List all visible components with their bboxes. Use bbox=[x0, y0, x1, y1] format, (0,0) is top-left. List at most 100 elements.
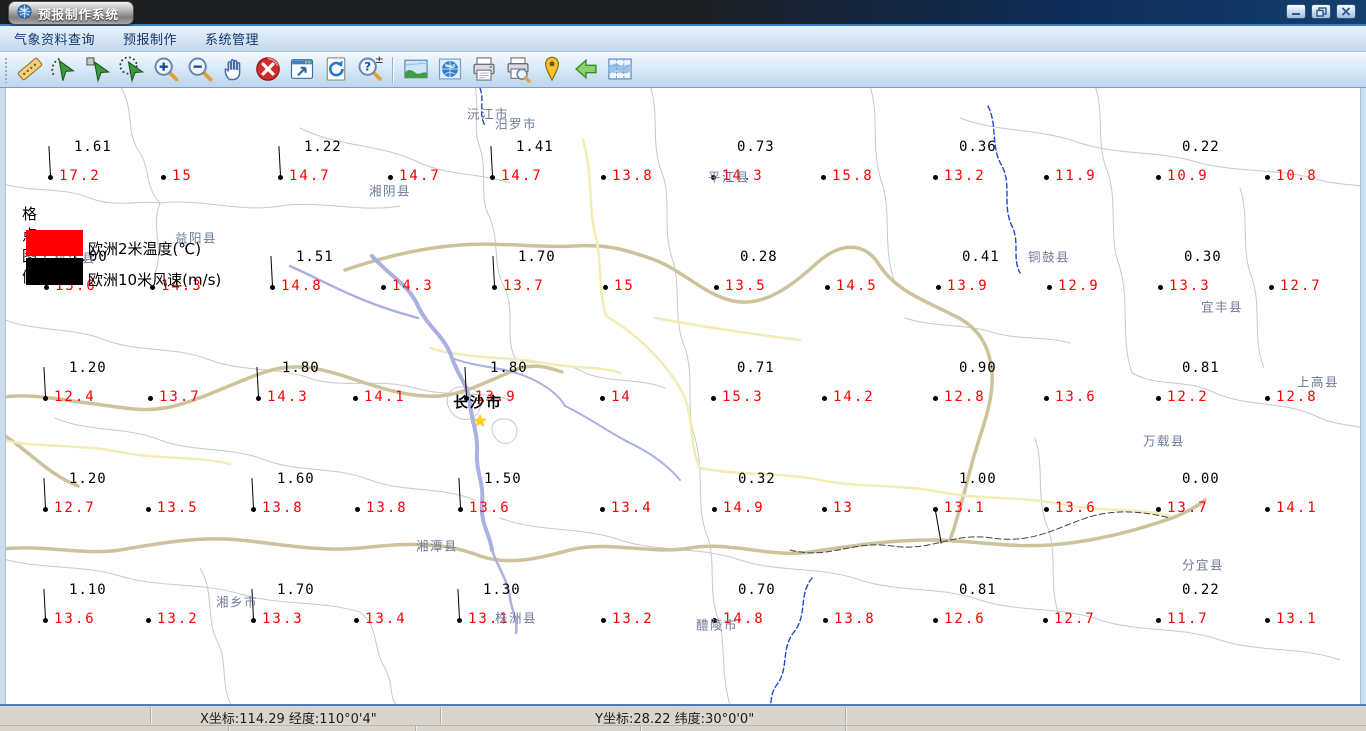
place-label: 上高县 bbox=[1296, 374, 1340, 390]
close-icon bbox=[1341, 7, 1351, 16]
minimize-button[interactable] bbox=[1286, 4, 1306, 19]
pan-hand-button[interactable] bbox=[217, 55, 251, 85]
station-wind-speed: 1.70 bbox=[277, 582, 315, 598]
station-temperature: 10.8 bbox=[1276, 168, 1318, 184]
toolbar-grip[interactable] bbox=[4, 57, 9, 83]
status-bar: X坐标:114.29 经度:110°0'4" Y坐标:28.22 纬度:30°0… bbox=[0, 704, 1366, 731]
station-wind-speed: 0.22 bbox=[1182, 139, 1220, 155]
placemark-button[interactable] bbox=[535, 55, 569, 85]
station-dot bbox=[354, 618, 359, 623]
station-wind-speed: 1.20 bbox=[69, 471, 107, 487]
station-wind-speed: 0.73 bbox=[737, 139, 775, 155]
station-dot bbox=[711, 396, 716, 401]
refresh-button[interactable] bbox=[319, 55, 353, 85]
station-temperature: 12.2 bbox=[1167, 389, 1209, 405]
station-temperature: 13.5 bbox=[157, 500, 199, 516]
identify-icon: ? ± bbox=[356, 54, 384, 86]
legend-temp-label: 欧洲2米温度(℃) bbox=[88, 240, 202, 258]
station-wind-speed: 1.70 bbox=[518, 249, 556, 265]
svg-text:±: ± bbox=[375, 55, 384, 66]
station-wind-speed: 0.36 bbox=[959, 139, 997, 155]
station-dot bbox=[1265, 507, 1270, 512]
station-dot bbox=[1044, 175, 1049, 180]
zoom-out-button[interactable] bbox=[183, 55, 217, 85]
svg-text:?: ? bbox=[364, 59, 371, 73]
globe-app-icon bbox=[17, 3, 32, 23]
map-tiles-icon bbox=[606, 55, 634, 86]
title-bar: 预报制作系统 bbox=[0, 0, 1366, 26]
station-dot bbox=[146, 618, 151, 623]
menu-weather-data-query[interactable]: 气象资料查询 bbox=[14, 29, 95, 48]
station-wind-speed: 1.80 bbox=[490, 360, 528, 376]
back-button[interactable] bbox=[569, 55, 603, 85]
station-dot bbox=[600, 507, 605, 512]
identify-button[interactable]: ? ± bbox=[353, 54, 387, 86]
station-wind-speed: 0.71 bbox=[737, 360, 775, 376]
station-temperature: 15.3 bbox=[722, 389, 764, 405]
station-temperature: 17.2 bbox=[59, 168, 101, 184]
station-dot bbox=[1265, 175, 1270, 180]
select-arc-cursor-button[interactable] bbox=[47, 55, 81, 85]
station-wind-speed: 1.80 bbox=[282, 360, 320, 376]
export-image-icon bbox=[402, 55, 430, 86]
menu-system-management[interactable]: 系统管理 bbox=[205, 29, 259, 48]
map-viewport[interactable]: 17.2 1.61 15 14.7 1.22 14.7 14.7 1.41 13.8 14.3 0.… bbox=[0, 88, 1366, 704]
globe-button[interactable] bbox=[433, 55, 467, 85]
station-temperature: 12.7 bbox=[1280, 278, 1322, 294]
station-temperature: 13.6 bbox=[1055, 389, 1097, 405]
station-temperature: 14.9 bbox=[723, 500, 765, 516]
station-dot bbox=[256, 396, 261, 401]
station-dot bbox=[601, 618, 606, 623]
station-temperature: 14.2 bbox=[833, 389, 875, 405]
place-label: 株洲县 bbox=[494, 610, 538, 626]
station-temperature: 13.6 bbox=[1055, 500, 1097, 516]
station-dot bbox=[933, 618, 938, 623]
stop-button[interactable] bbox=[251, 55, 285, 85]
station-temperature: 14.1 bbox=[1276, 500, 1318, 516]
station-dot bbox=[821, 175, 826, 180]
station-dot bbox=[714, 285, 719, 290]
station-dot bbox=[823, 618, 828, 623]
print-icon bbox=[470, 55, 498, 86]
station-wind-speed: 1.10 bbox=[69, 582, 107, 598]
print-button[interactable] bbox=[467, 55, 501, 85]
app-title-tab[interactable]: 预报制作系统 bbox=[8, 1, 135, 25]
station-dot bbox=[1156, 396, 1161, 401]
station-dot bbox=[44, 285, 49, 290]
close-button[interactable] bbox=[1336, 4, 1356, 19]
station-dot bbox=[603, 285, 608, 290]
station-temperature: 13.6 bbox=[469, 500, 511, 516]
station-temperature: 13.1 bbox=[944, 500, 986, 516]
station-dot bbox=[48, 175, 53, 180]
print-preview-button[interactable] bbox=[501, 55, 535, 85]
zoom-in-button[interactable] bbox=[149, 55, 183, 85]
station-wind-speed: 0.00 bbox=[1182, 471, 1220, 487]
city-label: 长沙市 bbox=[453, 395, 503, 412]
menu-forecast-production[interactable]: 预报制作 bbox=[123, 29, 177, 48]
toolbar: ? ± bbox=[0, 52, 1366, 88]
full-extent-button[interactable] bbox=[285, 55, 319, 85]
map-tiles-button[interactable] bbox=[603, 55, 637, 85]
station-dot bbox=[148, 396, 153, 401]
restore-icon bbox=[1315, 6, 1327, 17]
place-label: 宜丰县 bbox=[1200, 299, 1244, 315]
station-temperature: 12.8 bbox=[944, 389, 986, 405]
restore-button[interactable] bbox=[1311, 4, 1331, 19]
station-temperature: 13.8 bbox=[366, 500, 408, 516]
ruler-button[interactable] bbox=[13, 55, 47, 85]
station-temperature: 14 bbox=[611, 389, 632, 405]
legend-wind-swatch bbox=[26, 258, 83, 285]
station-temperature: 13 bbox=[833, 500, 854, 516]
select-box-cursor-button[interactable] bbox=[81, 55, 115, 85]
select-circle-cursor-button[interactable] bbox=[115, 55, 149, 85]
station-wind-speed: 1.60 bbox=[277, 471, 315, 487]
station-temperature: 14.8 bbox=[281, 278, 323, 294]
app-title: 预报制作系统 bbox=[38, 6, 120, 22]
station-dot bbox=[278, 175, 283, 180]
status-y-coordinate: Y坐标:28.22 纬度:30°0'0" bbox=[595, 712, 755, 727]
station-dot bbox=[1265, 618, 1270, 623]
export-image-button[interactable] bbox=[399, 55, 433, 85]
station-dot bbox=[161, 175, 166, 180]
place-label: 湘阴县 bbox=[368, 183, 412, 199]
station-temperature: 13.1 bbox=[1276, 611, 1318, 627]
